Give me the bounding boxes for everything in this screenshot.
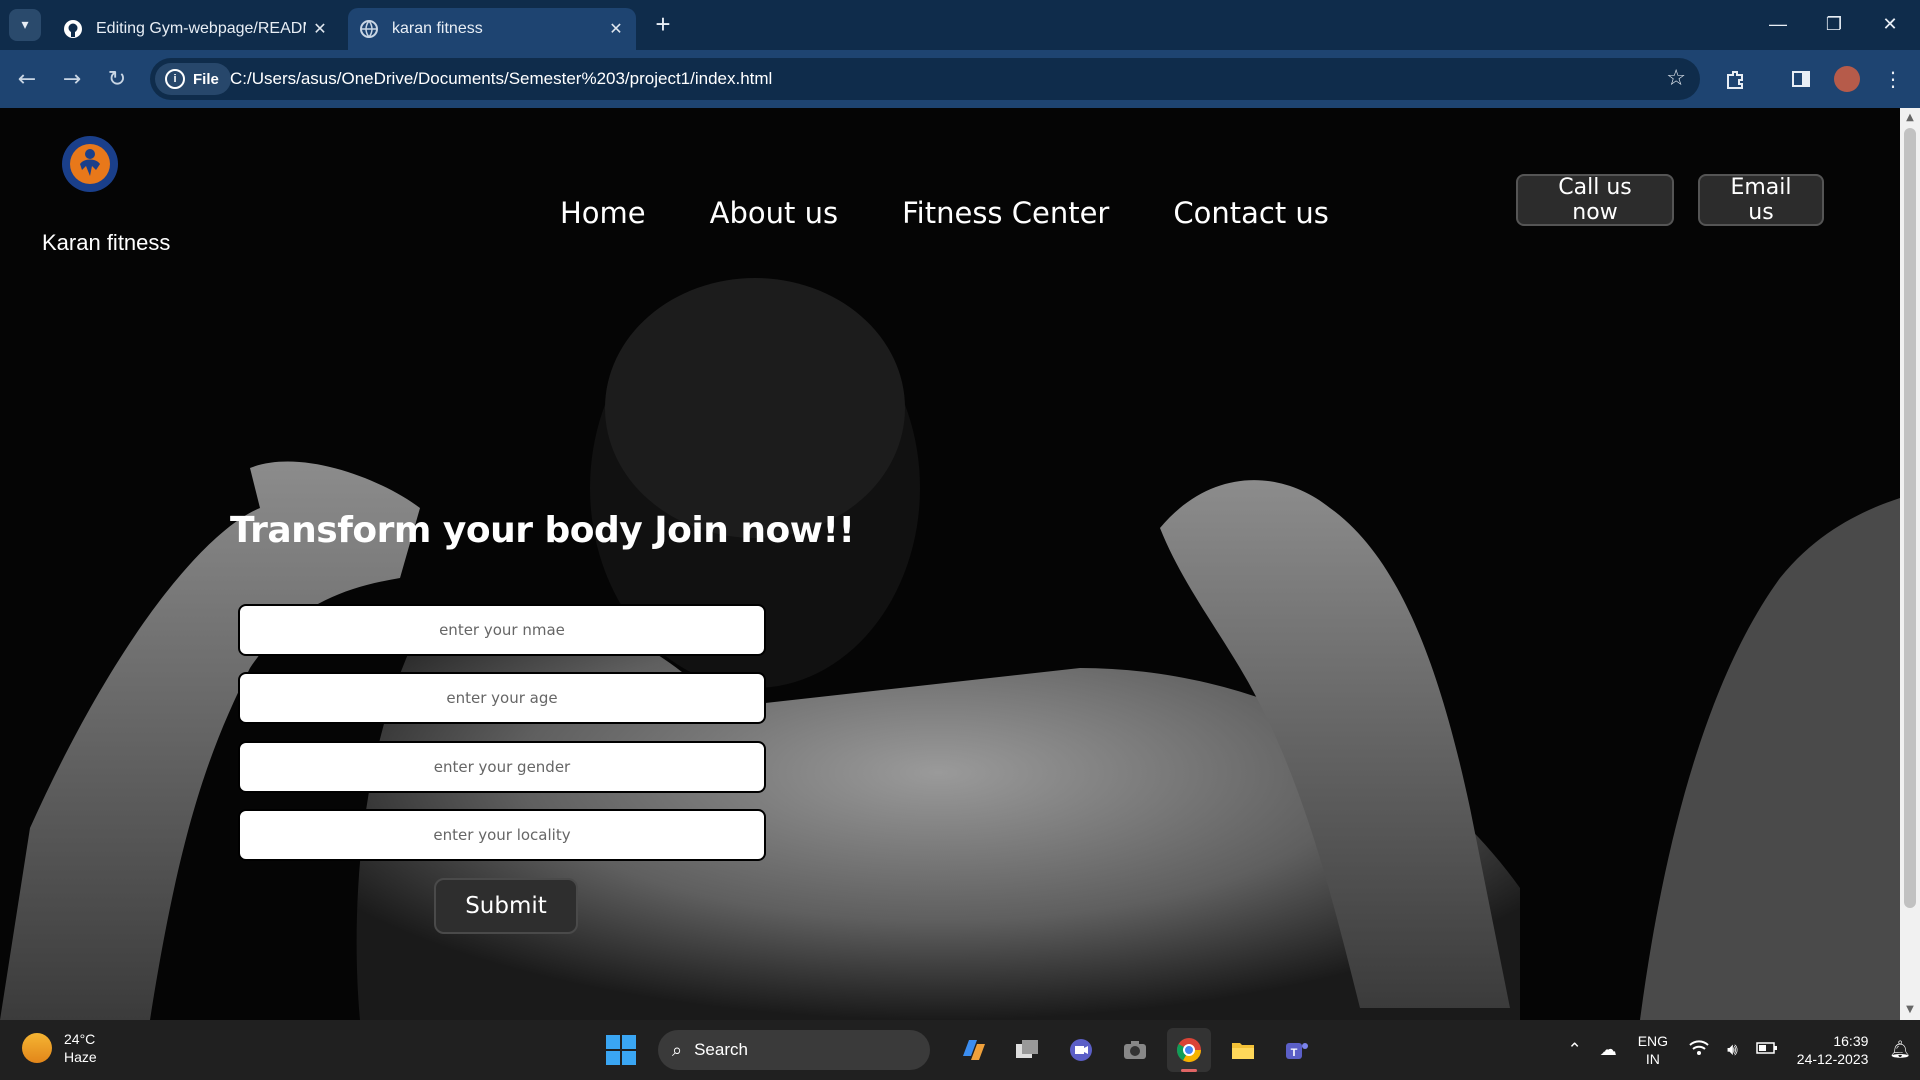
camera-icon[interactable] [1113,1028,1157,1072]
browser-toolbar: ← → ↻ i File C:/Users/asus/OneDrive/Docu… [0,50,1920,108]
tab-karan-fitness[interactable]: karan fitness ✕ [348,8,636,50]
meet-icon[interactable] [1059,1028,1103,1072]
back-icon[interactable]: ← [10,62,44,96]
new-tab-button[interactable]: + [648,9,678,39]
nav-about-us[interactable]: About us [710,196,838,230]
battery-icon[interactable] [1756,1040,1778,1060]
tab-github-readme[interactable]: Editing Gym-webpage/READM ✕ [52,8,340,50]
forward-icon[interactable]: → [55,62,89,96]
name-field[interactable] [238,604,766,656]
address-bar[interactable]: i File C:/Users/asus/OneDrive/Documents/… [150,58,1700,100]
brand-logo[interactable] [62,136,118,192]
globe-icon [358,18,380,40]
chevron-down-icon: ▾ [21,17,29,33]
teams-icon[interactable]: T [1275,1028,1319,1072]
weather-sun-icon [22,1033,52,1063]
restore-button[interactable]: ❐ [1806,0,1862,48]
profile-avatar[interactable] [1832,64,1862,94]
language-indicator[interactable]: ENG IN [1638,1032,1668,1068]
call-us-button[interactable]: Call us now [1516,174,1674,226]
language-line2: IN [1645,1051,1660,1067]
extensions-icon[interactable] [1720,64,1750,94]
site-navigation: Home About us Fitness Center Contact us [560,196,1393,230]
file-explorer-icon[interactable] [1221,1028,1265,1072]
chrome-icon[interactable] [1167,1028,1211,1072]
scroll-up-arrow-icon[interactable]: ▲ [1900,110,1920,126]
page-viewport: Karan fitness Home About us Fitness Cent… [0,108,1900,1020]
close-icon[interactable]: ✕ [602,19,630,39]
gender-field[interactable] [238,741,766,793]
github-icon [62,18,84,40]
brand-name: Karan fitness [42,230,171,255]
search-icon: ⌕ [672,1039,683,1060]
scroll-down-arrow-icon[interactable]: ▼ [1900,1002,1920,1018]
email-us-button[interactable]: Email us [1698,174,1824,226]
hero-image [0,108,1900,1020]
age-field[interactable] [238,672,766,724]
tab-title: karan fitness [392,20,483,37]
site-info-chip[interactable]: i File [155,63,231,95]
menu-icon[interactable]: ⋮ [1878,64,1908,94]
tab-search-button[interactable]: ▾ [9,9,41,41]
svg-text:T: T [1291,1047,1298,1059]
minimize-button[interactable]: — [1750,0,1806,48]
bookmark-star-icon[interactable]: ☆ [1666,66,1686,91]
copilot-icon[interactable] [951,1028,995,1072]
page-scrollbar[interactable]: ▲ ▼ [1900,108,1920,1020]
close-icon[interactable]: ✕ [306,19,334,39]
chevron-up-icon[interactable]: ⌃ [1567,1040,1581,1060]
windows-start-icon[interactable] [606,1035,636,1065]
fitness-logo-icon [70,144,110,184]
language-line1: ENG [1637,1033,1669,1049]
tab-title: Editing Gym-webpage/READM [96,20,306,37]
info-icon: i [165,69,185,89]
taskbar: 24°C Haze ⌕ Search T ⌃ ☁ ENG IN 🔊︎ 16:39… [0,1020,1920,1080]
weather-condition: Haze [64,1049,97,1065]
weather-widget[interactable]: 24°C Haze [22,1030,97,1066]
task-view-icon[interactable] [1005,1028,1049,1072]
clock-time: 16:39 [1833,1033,1869,1049]
scheme-label: File [193,70,219,88]
reload-icon[interactable]: ↻ [100,62,134,96]
search-label: Search [694,1040,748,1059]
system-tray: ⌃ ☁ ENG IN 🔊︎ 16:39 24-12-2023 🔔︎ [1558,1020,1920,1080]
clock[interactable]: 16:39 24-12-2023 [1797,1032,1869,1068]
clock-date: 24-12-2023 [1796,1051,1869,1067]
volume-icon[interactable]: 🔊︎ [1727,1040,1738,1060]
url-text[interactable]: C:/Users/asus/OneDrive/Documents/Semeste… [230,58,772,100]
side-panel-icon[interactable] [1786,64,1816,94]
notification-bell-icon[interactable]: 🔔︎ [1889,1040,1911,1060]
weather-temperature: 24°C [64,1031,96,1047]
scroll-thumb[interactable] [1904,128,1916,908]
hero-headline: Transform your body Join now!! [230,510,855,551]
taskbar-search[interactable]: ⌕ Search [658,1030,930,1070]
nav-home[interactable]: Home [560,196,646,230]
wifi-icon[interactable] [1689,1039,1709,1061]
onedrive-cloud-icon[interactable]: ☁ [1600,1040,1617,1060]
browser-tab-bar: ▾ Editing Gym-webpage/READM ✕ karan fitn… [0,0,1920,50]
locality-field[interactable] [238,809,766,861]
nav-contact-us[interactable]: Contact us [1173,196,1329,230]
nav-fitness-center[interactable]: Fitness Center [902,196,1109,230]
submit-button[interactable]: Submit [434,878,578,934]
close-window-button[interactable]: ✕ [1862,0,1918,48]
